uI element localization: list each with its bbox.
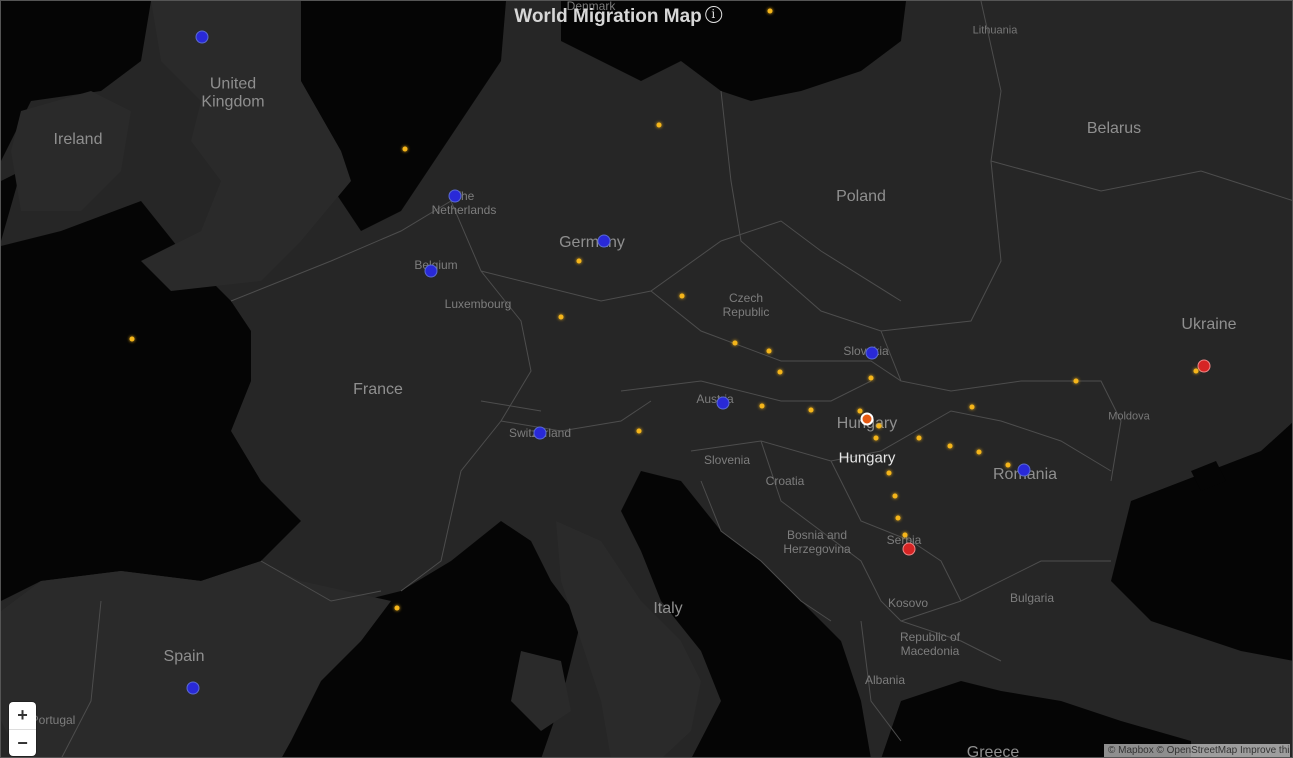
flow-particle bbox=[576, 258, 582, 264]
flow-particle bbox=[857, 408, 863, 414]
label-moldova: Moldova bbox=[1108, 410, 1150, 423]
info-circle-icon[interactable]: i bbox=[704, 6, 722, 23]
label-lithuania: Lithuania bbox=[972, 24, 1018, 37]
label-portugal: Portugal bbox=[30, 713, 76, 728]
flow-particle bbox=[558, 314, 564, 320]
origin-marker-uk[interactable] bbox=[195, 30, 209, 44]
destination-marker-serbia[interactable] bbox=[902, 542, 916, 556]
label-france: France bbox=[353, 380, 403, 398]
origin-marker-austria[interactable] bbox=[716, 396, 730, 410]
origin-marker-netherlands[interactable] bbox=[448, 189, 462, 203]
origin-marker-spain[interactable] bbox=[186, 681, 200, 695]
label-slovenia: Slovenia bbox=[703, 453, 751, 468]
label-bulgaria: Bulgaria bbox=[1009, 591, 1055, 606]
label-belarus: Belarus bbox=[1086, 119, 1142, 137]
destination-marker-ukraine[interactable] bbox=[1197, 359, 1211, 373]
label-kosovo: Kosovo bbox=[887, 596, 929, 611]
label-ireland: Ireland bbox=[53, 130, 103, 148]
label-germany: Germany bbox=[559, 233, 625, 251]
flow-particle bbox=[777, 369, 783, 375]
flow-particle bbox=[766, 348, 772, 354]
flow-particle bbox=[679, 293, 685, 299]
flow-particle bbox=[808, 407, 814, 413]
flow-particle bbox=[868, 375, 874, 381]
label-luxembourg: Luxembourg bbox=[444, 297, 512, 312]
flow-particle bbox=[732, 340, 738, 346]
map-canvas[interactable]: Denmark Lithuania United Kingdom Ireland… bbox=[0, 0, 1293, 758]
flow-particle bbox=[892, 493, 898, 499]
flow-particle bbox=[976, 449, 982, 455]
flow-particle bbox=[129, 336, 135, 342]
flow-particle bbox=[873, 435, 879, 441]
basemap bbox=[1, 1, 1292, 757]
label-poland: Poland bbox=[836, 187, 886, 205]
label-spain: Spain bbox=[163, 647, 205, 665]
label-czech-republic: Czech Republic bbox=[722, 291, 770, 319]
flow-particle bbox=[947, 443, 953, 449]
label-greece: Greece bbox=[966, 743, 1020, 758]
origin-marker-belgium[interactable] bbox=[424, 264, 438, 278]
flow-particle bbox=[895, 515, 901, 521]
flow-particle bbox=[876, 423, 882, 429]
hover-tooltip: Hungary bbox=[838, 449, 896, 467]
origin-marker-germany[interactable] bbox=[597, 234, 611, 248]
origin-marker-switzerland[interactable] bbox=[533, 426, 547, 440]
flow-particle bbox=[1193, 368, 1199, 374]
map-title-text: World Migration Map bbox=[514, 6, 702, 27]
selected-marker-hungary[interactable] bbox=[860, 412, 874, 426]
origin-marker-romania[interactable] bbox=[1017, 463, 1031, 477]
label-netherlands: The Netherlands bbox=[431, 189, 497, 217]
label-croatia: Croatia bbox=[765, 474, 805, 489]
flow-particle bbox=[1005, 462, 1011, 468]
map-attribution[interactable]: © Mapbox © OpenStreetMap Improve this ma… bbox=[1104, 744, 1290, 757]
label-italy: Italy bbox=[653, 599, 683, 617]
flow-particle bbox=[636, 428, 642, 434]
flow-particle bbox=[886, 470, 892, 476]
flow-particle bbox=[969, 404, 975, 410]
label-albania: Albania bbox=[864, 673, 906, 688]
flow-particle bbox=[656, 122, 662, 128]
flow-particle bbox=[916, 435, 922, 441]
label-united-kingdom: United Kingdom bbox=[201, 75, 265, 111]
label-bosnia: Bosnia and Herzegovina bbox=[783, 528, 851, 556]
label-macedonia: Republic of Macedonia bbox=[899, 630, 961, 658]
flow-particle bbox=[1073, 378, 1079, 384]
zoom-control: + − bbox=[9, 702, 36, 756]
flow-particle bbox=[767, 8, 773, 14]
origin-marker-slovakia[interactable] bbox=[865, 346, 879, 360]
label-ukraine: Ukraine bbox=[1181, 315, 1237, 333]
zoom-in-button[interactable]: + bbox=[9, 702, 36, 729]
flow-particle bbox=[402, 146, 408, 152]
zoom-out-button[interactable]: − bbox=[9, 729, 36, 756]
flow-particle bbox=[759, 403, 765, 409]
flow-particle bbox=[394, 605, 400, 611]
map-title: World Migration Map i bbox=[514, 6, 722, 28]
flow-particle bbox=[902, 532, 908, 538]
